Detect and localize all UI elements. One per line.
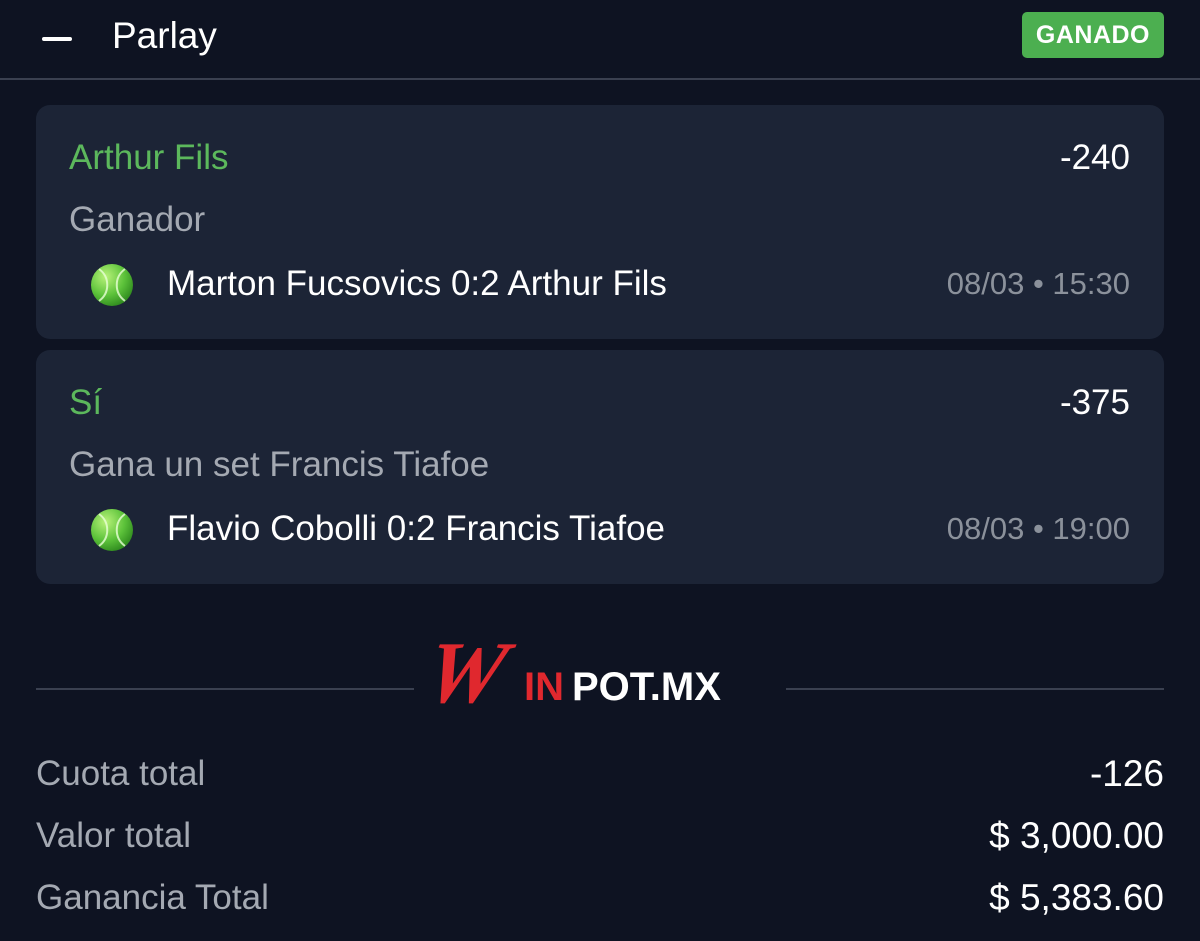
- total-payout-label: Ganancia Total: [36, 878, 269, 917]
- selection-market: Gana un set Francis Tiafoe: [69, 445, 490, 484]
- logo-rest: POT.MX: [572, 665, 721, 709]
- divider-right: [786, 688, 1164, 690]
- match-name: Flavio Cobolli 0:2 Francis Tiafoe: [167, 509, 665, 548]
- selection-market: Ganador: [69, 200, 206, 239]
- winpot-logo: W IN POT.MX: [432, 625, 721, 722]
- tennis-ball-icon: [91, 509, 133, 551]
- logo-in: IN: [524, 665, 564, 709]
- divider-left: [36, 688, 414, 690]
- total-payout-value: $ 5,383.60: [989, 877, 1164, 918]
- bet-header: Parlay GANADO: [0, 0, 1200, 80]
- match-datetime: 08/03 • 19:00: [946, 511, 1130, 546]
- collapse-icon[interactable]: [40, 22, 74, 56]
- selection-odds: -375: [1059, 383, 1130, 422]
- match-datetime: 08/03 • 15:30: [946, 266, 1130, 301]
- bet-type-title: Parlay: [112, 15, 217, 56]
- total-stake-label: Valor total: [36, 816, 191, 855]
- total-odds-label: Cuota total: [36, 754, 206, 793]
- logo-w: W: [432, 625, 521, 722]
- total-stake-value: $ 3,000.00: [989, 815, 1164, 856]
- match-name: Marton Fucsovics 0:2 Arthur Fils: [167, 264, 667, 303]
- selection-card[interactable]: Arthur Fils -240 Ganador Marton Fucsovic…: [36, 105, 1164, 339]
- selection-odds: -240: [1059, 138, 1130, 177]
- selection-pick: Sí: [69, 383, 103, 422]
- selection-pick: Arthur Fils: [69, 138, 229, 177]
- status-badge: GANADO: [1021, 12, 1164, 58]
- selection-card[interactable]: Sí -375 Gana un set Francis Tiafoe Flavi…: [36, 350, 1164, 584]
- tennis-ball-icon: [91, 264, 133, 306]
- total-odds-value: -126: [1089, 753, 1164, 794]
